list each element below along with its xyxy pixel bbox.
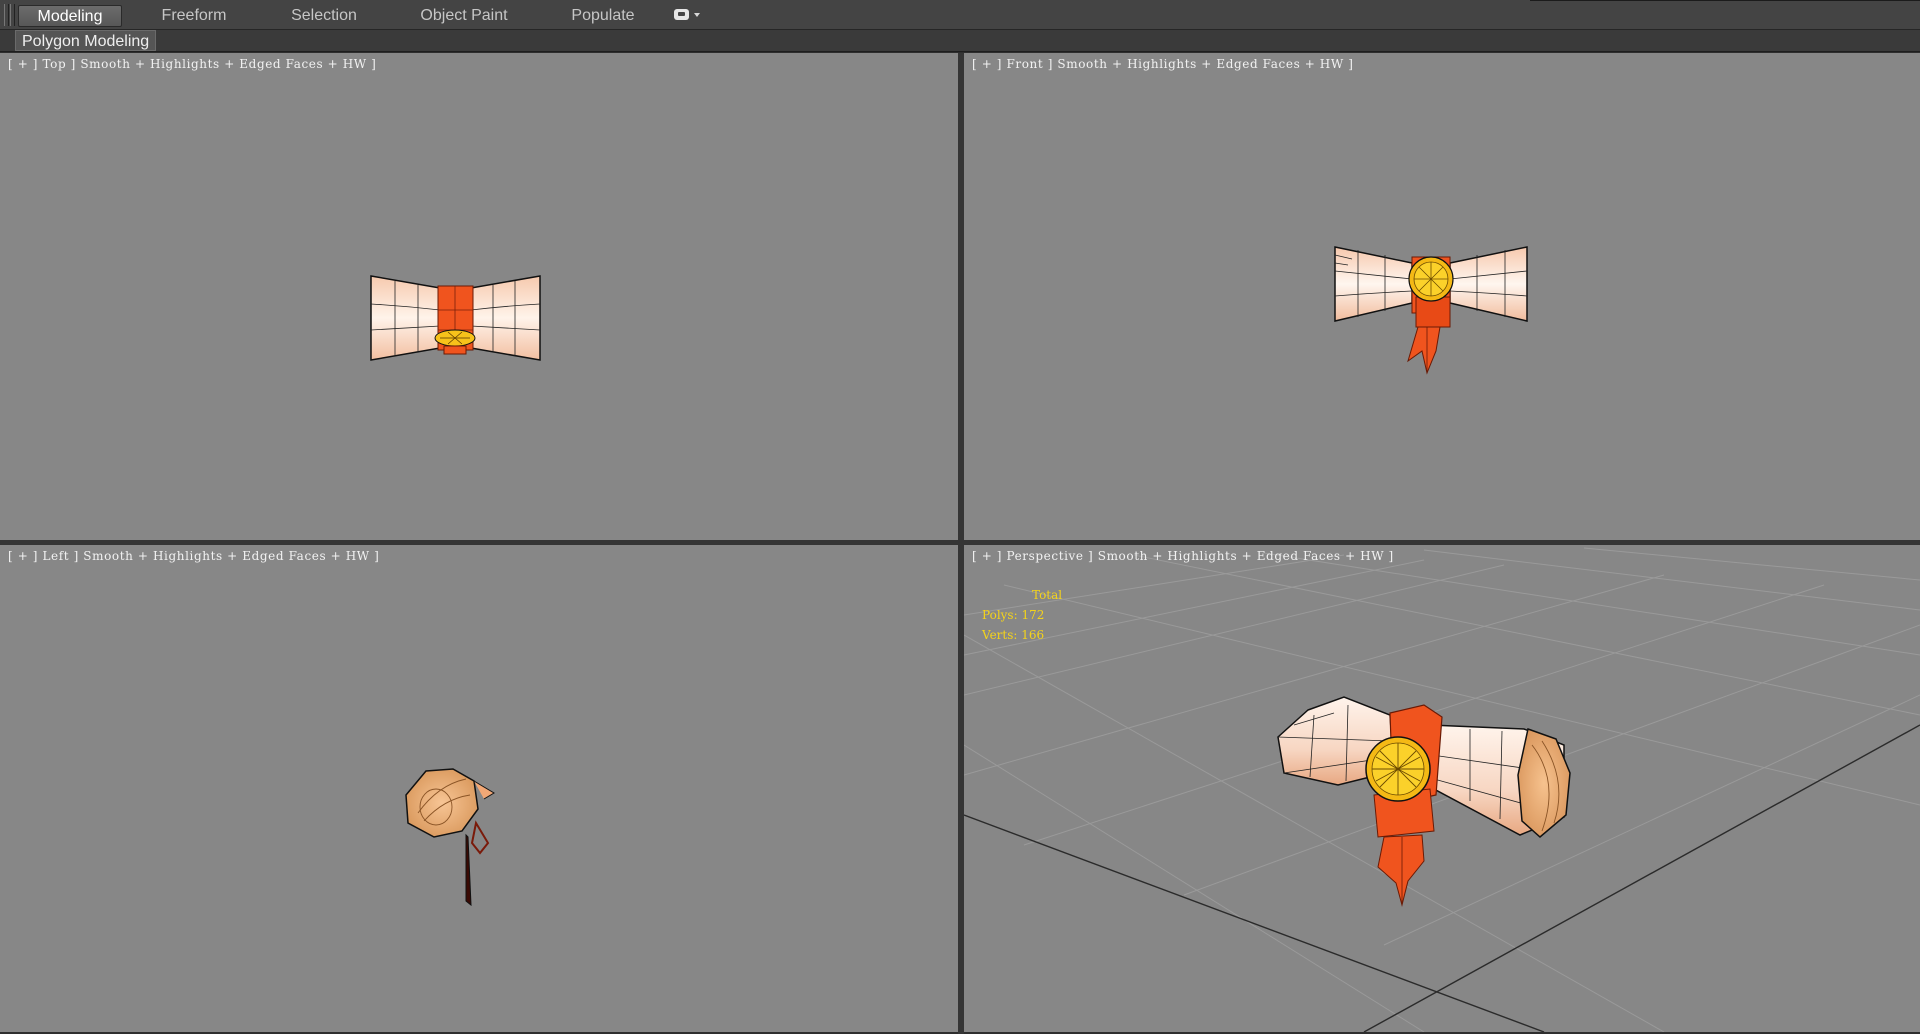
tab-object-paint[interactable]: Object Paint bbox=[408, 5, 520, 27]
stats-total-label: Total bbox=[1032, 588, 1063, 602]
tab-selection[interactable]: Selection bbox=[274, 5, 374, 27]
scroll-model-perspective-view[interactable] bbox=[1274, 685, 1594, 925]
viewport-label-top[interactable]: [ + ] Top ] Smooth + Highlights + Edged … bbox=[8, 57, 376, 71]
stats-polys: Polys: 172 bbox=[982, 608, 1045, 622]
viewport-divider-horizontal[interactable] bbox=[0, 540, 1920, 545]
viewport-label-left[interactable]: [ + ] Left ] Smooth + Highlights + Edged… bbox=[8, 549, 379, 563]
stats-verts: Verts: 166 bbox=[982, 628, 1045, 642]
ribbon-grip-handle-2[interactable] bbox=[10, 4, 15, 26]
scroll-model-front-view[interactable] bbox=[1330, 241, 1536, 391]
viewport-top[interactable]: [ + ] Top ] Smooth + Highlights + Edged … bbox=[0, 53, 958, 540]
viewport-label-front[interactable]: [ + ] Front ] Smooth + Highlights + Edge… bbox=[972, 57, 1354, 71]
ribbon-panel-bar: Polygon Modeling bbox=[0, 30, 1920, 52]
toggle-icon bbox=[674, 9, 689, 20]
scroll-model-left-view[interactable] bbox=[398, 765, 508, 925]
poly-stats-overlay: Total Polys: 172 Verts: 166 bbox=[982, 585, 1062, 645]
viewport-left[interactable]: [ + ] Left ] Smooth + Highlights + Edged… bbox=[0, 545, 958, 1032]
viewport-label-perspective[interactable]: [ + ] Perspective ] Smooth + Highlights … bbox=[972, 549, 1394, 563]
tab-populate[interactable]: Populate bbox=[553, 5, 653, 27]
polygon-modeling-panel-button[interactable]: Polygon Modeling bbox=[15, 30, 157, 51]
tab-modeling[interactable]: Modeling bbox=[18, 5, 122, 27]
divider-line bbox=[1530, 0, 1920, 1]
scroll-model-top-view[interactable] bbox=[360, 268, 560, 368]
viewport-front[interactable]: [ + ] Front ] Smooth + Highlights + Edge… bbox=[964, 53, 1920, 540]
ribbon-tab-bar: Modeling Freeform Selection Object Paint… bbox=[0, 0, 1920, 30]
chevron-down-icon bbox=[694, 13, 700, 17]
ribbon-options-button[interactable] bbox=[674, 9, 704, 23]
viewport-perspective[interactable]: [ + ] Perspective ] Smooth + Highlights … bbox=[964, 545, 1920, 1032]
tab-freeform[interactable]: Freeform bbox=[144, 5, 244, 27]
ribbon-grip-handle[interactable] bbox=[4, 4, 9, 26]
